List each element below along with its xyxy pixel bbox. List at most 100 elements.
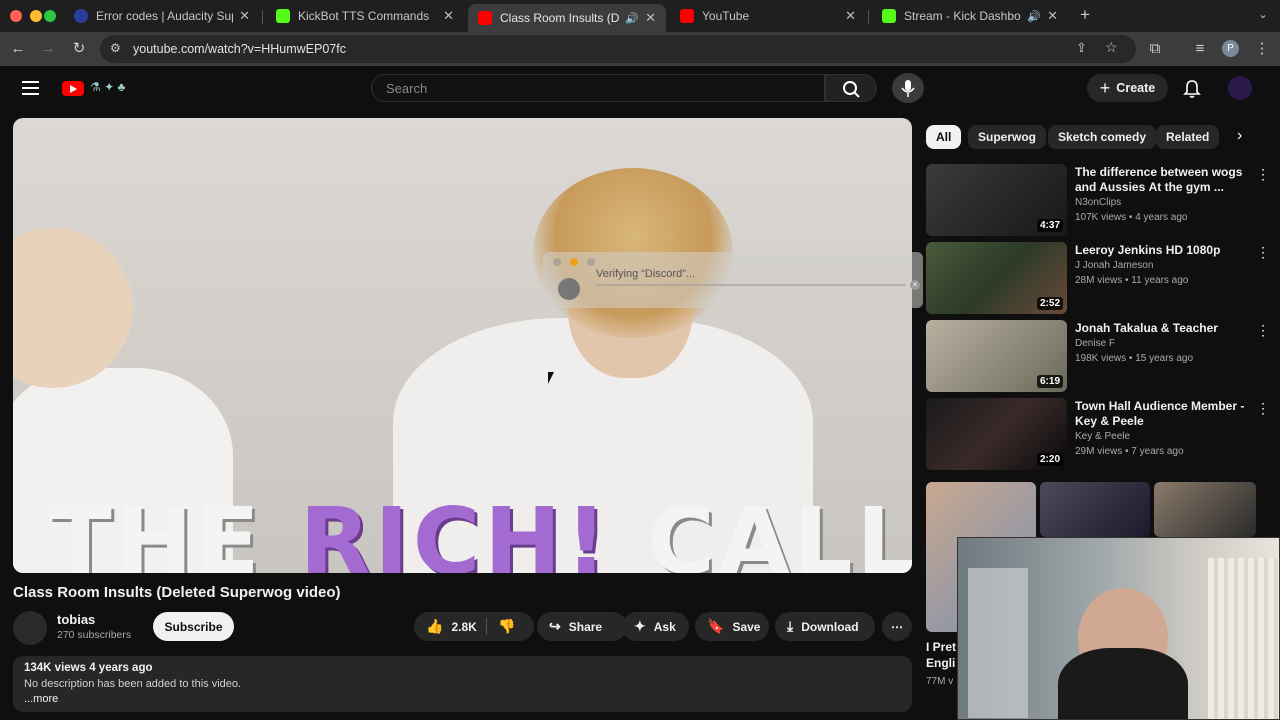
like-dislike-group: 👍 2.8K 👎: [414, 612, 534, 641]
tab-youtube[interactable]: YouTube ✕: [670, 4, 866, 28]
more-vertical-icon[interactable]: ⋮: [1256, 400, 1270, 417]
new-tab-icon[interactable]: +: [1075, 5, 1095, 25]
voice-search-button[interactable]: [892, 73, 924, 103]
short-views: 77M v: [926, 676, 954, 687]
related-channel[interactable]: Key & Peele: [1075, 431, 1130, 442]
url-text[interactable]: youtube.com/watch?v=HHumwEP07fc: [133, 42, 346, 56]
extensions-icon[interactable]: ⧉: [1145, 39, 1165, 59]
related-title[interactable]: Town Hall Audience Member - Key & Peele: [1075, 399, 1245, 429]
hamburger-menu-icon[interactable]: [22, 81, 39, 99]
speaker-icon[interactable]: 🔊: [625, 12, 639, 25]
short-thumbnail[interactable]: [1040, 482, 1150, 537]
search-input[interactable]: Search: [371, 74, 825, 102]
video-frame-head-left: [13, 228, 133, 388]
related-meta: 29M views • 7 years ago: [1075, 446, 1184, 457]
video-thumbnail[interactable]: 6:19: [926, 320, 1067, 392]
youtube-header: ⚗ ✦ ♣ Search + Create: [0, 66, 1280, 112]
account-avatar[interactable]: [1228, 76, 1252, 100]
thumbs-up-icon[interactable]: 👍: [426, 618, 443, 635]
related-meta: 28M views • 11 years ago: [1075, 275, 1189, 286]
ask-button[interactable]: ✦ Ask: [622, 612, 689, 641]
tab-title: KickBot TTS Commands: [298, 9, 430, 23]
kick-favicon-icon: [276, 9, 290, 23]
share-label: Share: [568, 619, 603, 634]
tab-audacity[interactable]: Error codes | Audacity Suppor ✕: [64, 4, 260, 28]
address-bar[interactable]: ⚙ youtube.com/watch?v=HHumwEP07fc ⇪ ☆: [100, 35, 1136, 63]
related-channel[interactable]: Denise F: [1075, 338, 1115, 349]
dismiss-icon[interactable]: ×: [910, 280, 920, 290]
close-tab-icon[interactable]: ✕: [1047, 8, 1058, 24]
tab-search-chevron-icon[interactable]: ⌄: [1253, 5, 1273, 25]
short-thumbnail[interactable]: [1154, 482, 1256, 537]
chip-superwog[interactable]: Superwog: [968, 125, 1047, 149]
short-title[interactable]: Engli: [926, 656, 955, 670]
save-button[interactable]: 🔖 Save: [695, 612, 769, 641]
channel-name[interactable]: tobias: [57, 612, 95, 627]
channel-avatar[interactable]: [13, 611, 47, 645]
related-video-item[interactable]: 2:20 Town Hall Audience Member - Key & P…: [926, 398, 1270, 470]
more-actions-button[interactable]: ⋯: [882, 612, 912, 641]
share-button[interactable]: ↪ Share: [537, 612, 627, 641]
forward-icon[interactable]: →: [38, 39, 58, 59]
related-title[interactable]: The difference between wogs and Aussies …: [1075, 165, 1245, 195]
install-app-icon[interactable]: ⇪: [1076, 40, 1087, 56]
close-tab-icon[interactable]: ✕: [645, 10, 656, 26]
related-title[interactable]: Jonah Takalua & Teacher: [1075, 321, 1245, 336]
related-channel[interactable]: N3onClips: [1075, 197, 1121, 208]
microphone-icon: [901, 80, 915, 97]
discord-app-icon: [558, 278, 580, 300]
doodle-logo-icon[interactable]: ⚗ ✦ ♣: [90, 80, 125, 94]
reload-icon[interactable]: ↻: [69, 39, 89, 59]
maximize-window-icon[interactable]: [44, 10, 56, 22]
youtube-logo[interactable]: [62, 81, 84, 96]
profile-avatar[interactable]: P: [1222, 40, 1239, 57]
video-thumbnail[interactable]: 4:37: [926, 164, 1067, 236]
video-player[interactable]: THE RICH! CALL: [13, 118, 912, 573]
bookmark-star-icon[interactable]: ☆: [1105, 39, 1118, 56]
description-box[interactable]: 134K views 4 years ago No description ha…: [13, 656, 912, 712]
close-window-icon[interactable]: [10, 10, 22, 22]
close-tab-icon[interactable]: ✕: [443, 8, 454, 24]
show-more-link[interactable]: ...more: [24, 693, 58, 705]
tab-class-room-insults[interactable]: Class Room Insults (Delet 🔊 ✕: [468, 4, 666, 32]
related-video-item[interactable]: 2:52 Leeroy Jenkins HD 1080p J Jonah Jam…: [926, 242, 1270, 314]
site-info-icon[interactable]: ⚙: [110, 41, 121, 55]
related-title[interactable]: Leeroy Jenkins HD 1080p: [1075, 243, 1245, 258]
media-controls-icon[interactable]: ≡: [1190, 39, 1210, 59]
chip-related[interactable]: Related: [1156, 125, 1220, 149]
minimize-window-icon[interactable]: [30, 10, 42, 22]
verify-progress-bar: [596, 284, 906, 286]
more-vertical-icon[interactable]: ⋮: [1256, 166, 1270, 183]
chip-sketch-comedy[interactable]: Sketch comedy: [1048, 125, 1157, 149]
plus-icon: +: [1099, 77, 1111, 98]
download-icon: ⤓: [787, 618, 794, 634]
chip-all[interactable]: All: [926, 125, 962, 149]
back-icon[interactable]: ←: [8, 39, 28, 59]
chevron-right-icon[interactable]: ›: [1237, 127, 1242, 145]
video-thumbnail[interactable]: 2:52: [926, 242, 1067, 314]
create-label: Create: [1116, 81, 1156, 95]
related-video-item[interactable]: 6:19 Jonah Takalua & Teacher Denise F 19…: [926, 320, 1270, 392]
video-thumbnail[interactable]: 2:20: [926, 398, 1067, 470]
close-tab-icon[interactable]: ✕: [845, 8, 856, 24]
browser-menu-icon[interactable]: ⋮: [1252, 39, 1272, 59]
notifications-bell-icon[interactable]: [1181, 78, 1203, 100]
create-button[interactable]: + Create: [1087, 74, 1168, 102]
thumbs-down-icon[interactable]: 👎: [498, 618, 515, 635]
more-vertical-icon[interactable]: ⋮: [1256, 322, 1270, 339]
tab-kick-dashboard[interactable]: Stream - Kick Dashboard 🔊 ✕: [872, 4, 1068, 28]
duration-badge: 6:19: [1036, 375, 1063, 388]
window-dot-icon: [570, 258, 578, 266]
speaker-icon[interactable]: 🔊: [1027, 10, 1041, 23]
search-button[interactable]: [825, 74, 877, 102]
subscribe-button[interactable]: Subscribe: [153, 612, 234, 641]
related-channel[interactable]: J Jonah Jameson: [1075, 260, 1153, 271]
more-vertical-icon[interactable]: ⋮: [1256, 244, 1270, 261]
like-count[interactable]: 2.8K: [451, 620, 476, 634]
download-button[interactable]: ⤓ Download: [775, 612, 875, 641]
close-tab-icon[interactable]: ✕: [239, 8, 250, 24]
save-label: Save: [732, 619, 761, 634]
tab-kickbot[interactable]: KickBot TTS Commands ✕: [266, 4, 464, 28]
short-title[interactable]: I Pret: [926, 640, 956, 654]
related-video-item[interactable]: 4:37 The difference between wogs and Aus…: [926, 164, 1270, 236]
